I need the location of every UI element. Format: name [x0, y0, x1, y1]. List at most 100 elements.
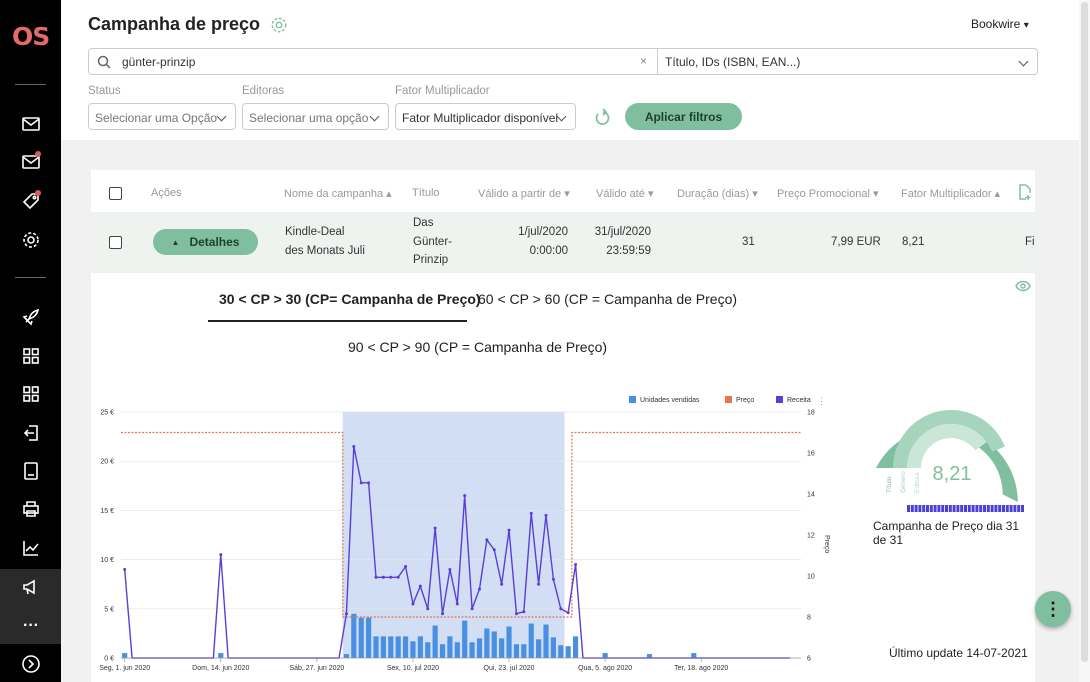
search-icon — [97, 55, 111, 69]
cell-price: 7,99 EUR — [831, 236, 881, 248]
day-progress-segment — [952, 505, 956, 512]
day-progress-segment — [945, 505, 948, 512]
reset-icon[interactable] — [595, 108, 611, 131]
revenue-point — [396, 575, 400, 579]
x-tick-label: Dom, 14. jun 2020 — [192, 665, 249, 672]
day-progress-segment — [1013, 505, 1017, 512]
col-valid-to[interactable]: Válido até ▾ — [596, 187, 654, 200]
tag-icon[interactable] — [19, 189, 43, 213]
day-progress-segment — [975, 505, 979, 512]
scrollbar-thumb[interactable] — [1081, 2, 1088, 662]
units-bar — [550, 637, 556, 658]
col-actions: Ações — [151, 187, 182, 199]
clear-icon[interactable]: × — [640, 54, 647, 68]
col-duration[interactable]: Duração (dias) ▾ — [677, 187, 758, 200]
sidebar-divider — [15, 277, 46, 278]
table-row[interactable]: ▲ Detalhes Kindle-Deal des Monats Juli Das… — [91, 212, 1035, 273]
grid-icon[interactable] — [19, 344, 43, 368]
units-bar — [388, 636, 394, 658]
x-tick-label: Qui, 23. jul 2020 — [484, 665, 535, 672]
rocket-icon[interactable] — [19, 305, 43, 329]
more-actions-button[interactable]: ⋮ — [1035, 591, 1071, 627]
revenue-point — [448, 567, 452, 571]
units-bar — [513, 644, 520, 658]
book-icon[interactable] — [19, 459, 43, 483]
y-right-tick: 8 — [807, 615, 811, 622]
cell-duration: 31 — [742, 236, 755, 248]
cell-title-line: Günter- — [413, 235, 452, 248]
status-select[interactable]: Selecionar uma Opção — [88, 103, 236, 130]
x-tick-label: Qua, 5. ago 2020 — [578, 665, 632, 672]
export-icon[interactable] — [19, 421, 43, 445]
units-bar — [402, 636, 409, 658]
cell-extra: Fi — [1025, 236, 1035, 248]
cell-campaign-line: des Monats Juli — [285, 244, 365, 257]
select-all-checkbox[interactable] — [109, 187, 122, 200]
cell-valid-to-line: 31/jul/2020 — [594, 226, 651, 238]
legend-swatch — [629, 396, 636, 403]
arrow-right-icon[interactable] — [19, 652, 43, 676]
chart-icon[interactable] — [19, 536, 43, 560]
day-progress-segment — [937, 505, 941, 512]
caret-up-icon: ▲ — [171, 237, 180, 247]
revenue-point — [514, 612, 518, 616]
units-bar — [439, 644, 446, 658]
settings-icon[interactable] — [270, 16, 288, 39]
day-progress-segment — [929, 505, 933, 512]
col-campaign-label: Nome da campanha — [284, 188, 384, 200]
revenue-point — [123, 567, 127, 571]
units-bar — [454, 642, 460, 658]
gear-icon[interactable] — [19, 228, 43, 252]
y-right-tick: 6 — [807, 656, 811, 663]
print-icon[interactable] — [19, 497, 43, 521]
add-file-icon[interactable] — [1018, 184, 1032, 206]
row-checkbox[interactable] — [109, 236, 122, 249]
col-price[interactable]: Preço Promocional ▾ — [777, 187, 879, 200]
user-name: Bookwire — [971, 17, 1021, 31]
details-label: Detalhes — [189, 235, 240, 249]
day-progress-segment — [1021, 505, 1024, 512]
units-bar — [565, 646, 571, 658]
tab-60-days[interactable]: 60 < CP > 60 (CP = Campanha de Preço) — [478, 291, 737, 307]
col-factor[interactable]: Fator Multiplicador ▴ — [901, 187, 1000, 200]
cell-title-line: Das — [413, 217, 434, 229]
apply-filters-button[interactable]: Aplicar filtros — [625, 103, 742, 130]
units-bar — [558, 645, 564, 658]
tab-90-days[interactable]: 90 < CP > 90 (CP = Campanha de Preço) — [348, 339, 607, 355]
tab-30-days[interactable]: 30 < CP > 30 (CP= Campanha de Preço) — [219, 291, 481, 307]
campaign-card: Ações Nome da campanha ▴ Título Válido a… — [91, 170, 1035, 682]
grid-icon[interactable] — [19, 382, 43, 406]
day-progress-segment — [979, 505, 983, 512]
publishers-select[interactable]: Selecionar uma opção — [242, 103, 389, 130]
day-progress-segment — [948, 505, 952, 512]
multiplier-select[interactable]: Fator Multiplicador disponível — [395, 103, 576, 130]
col-price-label: Preço Promocional — [777, 188, 870, 200]
units-bar — [521, 644, 527, 658]
col-title[interactable]: Título — [412, 187, 440, 199]
multiplier-value: Fator Multiplicador disponível — [402, 111, 559, 125]
mail-icon[interactable] — [19, 112, 43, 136]
units-bar — [395, 636, 401, 658]
more-icon[interactable]: ··· — [19, 614, 43, 638]
y-right-tick: 10 — [807, 574, 815, 581]
eye-icon[interactable] — [1015, 279, 1031, 297]
sidebar-divider — [15, 84, 46, 85]
mail-notification-icon[interactable] — [19, 150, 43, 174]
notification-dot — [35, 151, 41, 157]
units-bar — [358, 617, 364, 658]
multiplier-label: Fator Multiplicador — [395, 85, 490, 97]
units-bar — [432, 625, 438, 658]
col-valid-from[interactable]: Válido a partir de ▾ — [478, 187, 570, 200]
revenue-point — [537, 582, 541, 586]
details-button[interactable]: ▲ Detalhes — [153, 229, 258, 255]
x-tick-label: Sáb, 27. jun 2020 — [289, 665, 344, 672]
col-campaign[interactable]: Nome da campanha ▴ — [284, 187, 392, 200]
cell-valid-to-line: 23:59:59 — [606, 244, 651, 257]
day-progress-segment — [956, 505, 960, 512]
search-input[interactable]: günter-prinzip × — [88, 48, 658, 75]
search-type-select[interactable]: Título, IDs (ISBN, EAN...) — [657, 48, 1038, 75]
user-menu[interactable]: Bookwire ▾ — [971, 17, 1029, 31]
revenue-point — [477, 587, 481, 591]
revenue-point — [529, 511, 533, 515]
megaphone-icon[interactable] — [19, 575, 43, 599]
